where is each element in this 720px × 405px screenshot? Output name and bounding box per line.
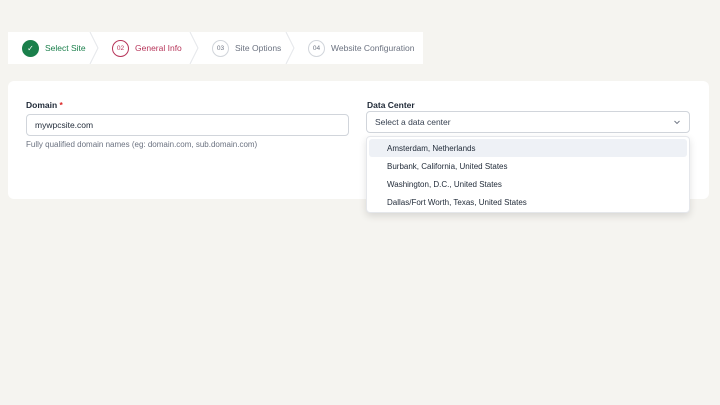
step-label: Site Options — [235, 43, 282, 53]
step-label: Website Configuration — [331, 43, 415, 53]
dropdown-option-washington[interactable]: Washington, D.C., United States — [369, 175, 687, 193]
domain-input[interactable]: mywpcsite.com — [26, 114, 349, 136]
step-check-icon: ✓ — [22, 39, 39, 57]
step-number: 02 — [112, 39, 129, 57]
data-center-placeholder: Select a data center — [375, 117, 451, 127]
step-select-site[interactable]: ✓ Select Site — [8, 32, 99, 64]
dropdown-option-burbank[interactable]: Burbank, California, United States — [369, 157, 687, 175]
data-center-label: Data Center — [367, 100, 415, 110]
wizard-stepper: ✓ Select Site 02 General Info 03 Site Op… — [8, 32, 423, 64]
domain-label: Domain * — [26, 100, 63, 110]
dropdown-option-amsterdam[interactable]: Amsterdam, Netherlands — [369, 139, 687, 157]
step-number: 03 — [212, 39, 229, 57]
data-center-select[interactable]: Select a data center — [366, 111, 690, 133]
dropdown-option-dallas[interactable]: Dallas/Fort Worth, Texas, United States — [369, 193, 687, 211]
step-site-options[interactable]: 03 Site Options — [198, 32, 295, 64]
step-label: General Info — [135, 43, 182, 53]
step-number: 04 — [308, 39, 325, 57]
chevron-down-icon — [674, 120, 680, 125]
domain-label-text: Domain — [26, 100, 58, 110]
step-general-info[interactable]: 02 General Info — [98, 32, 199, 64]
domain-hint: Fully qualified domain names (eg: domain… — [26, 140, 258, 149]
data-center-dropdown: Amsterdam, Netherlands Burbank, Californ… — [366, 136, 690, 213]
required-mark: * — [59, 100, 63, 110]
domain-input-value: mywpcsite.com — [35, 120, 94, 130]
step-website-configuration[interactable]: 04 Website Configuration — [294, 32, 423, 64]
step-label: Select Site — [45, 43, 86, 53]
